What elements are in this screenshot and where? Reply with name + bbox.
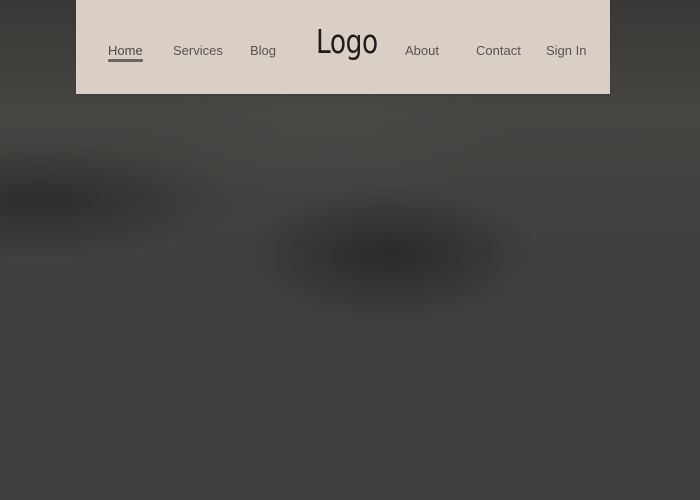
nav-link-sign-in-label: Sign In [546, 43, 587, 58]
active-underline [108, 59, 143, 62]
nav-link-sign-in[interactable]: Sign In [546, 43, 586, 59]
top-navbar: Home Services Blog Logo About Contact Si… [76, 0, 610, 94]
nav-link-home[interactable]: Home [108, 43, 143, 62]
nav-link-about-label: About [405, 43, 439, 58]
nav-link-services[interactable]: Services [173, 43, 223, 59]
nav-link-contact-label: Contact [476, 43, 521, 58]
site-logo[interactable]: Logo [316, 22, 378, 62]
nav-link-blog-label: Blog [250, 43, 277, 58]
nav-link-about[interactable]: About [405, 43, 439, 59]
nav-link-services-label: Services [173, 43, 223, 58]
nav-link-contact[interactable]: Contact [476, 43, 521, 59]
nav-link-home-label: Home [108, 43, 143, 58]
nav-link-blog[interactable]: Blog [250, 43, 276, 59]
